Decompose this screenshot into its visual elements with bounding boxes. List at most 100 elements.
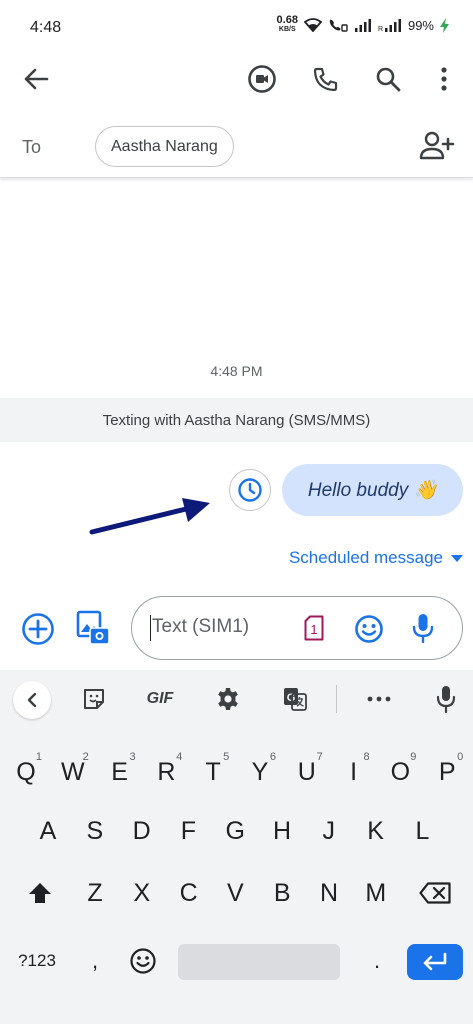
add-recipient-button[interactable] (419, 131, 455, 161)
translate-icon: G (284, 688, 307, 711)
key-s[interactable]: S (73, 807, 117, 855)
translate-button[interactable]: G (281, 685, 309, 713)
key-label: O (390, 757, 411, 786)
key-label: C (179, 878, 198, 907)
soft-keyboard: GIF G Q1W2E3R4T5Y6U7I8O9P0 ASDFGHJKL ZXC… (0, 670, 473, 1024)
key-hint: 0 (457, 751, 464, 763)
phone-icon (313, 67, 338, 92)
key-label: X (133, 878, 151, 907)
network-speed: 0.68 KB/S (277, 15, 298, 34)
key-g[interactable]: G (213, 807, 257, 855)
key-label: Z (87, 878, 103, 907)
microphone-icon (412, 614, 434, 644)
attach-button[interactable] (21, 612, 55, 646)
key-n[interactable]: N (307, 869, 351, 917)
key-hint: 2 (82, 751, 89, 763)
recipient-chip[interactable]: Aastha Narang (95, 126, 234, 167)
svg-text:R: R (378, 26, 383, 32)
space-bar[interactable] (178, 944, 340, 980)
video-call-button[interactable] (245, 62, 279, 96)
compose-field[interactable]: Text (SIM1) 1 (131, 596, 463, 660)
back-button[interactable] (19, 62, 53, 96)
key-m[interactable]: M (354, 869, 398, 917)
search-button[interactable] (371, 62, 405, 96)
key-label: K (367, 816, 384, 845)
key-label: B (273, 878, 291, 907)
voice-input-button[interactable] (412, 613, 434, 644)
video-call-icon (248, 65, 276, 93)
sticker-button[interactable] (80, 685, 108, 713)
more-vert-icon (441, 67, 447, 91)
phone-call-button[interactable] (309, 62, 343, 96)
symbols-key[interactable]: ?123 (10, 940, 64, 982)
comma-key[interactable]: , (80, 940, 110, 982)
key-hint: 3 (129, 751, 136, 763)
key-j[interactable]: J (307, 807, 351, 855)
key-v[interactable]: V (213, 869, 257, 917)
backspace-key[interactable] (413, 869, 457, 917)
keyboard-voice-button[interactable] (434, 685, 458, 713)
key-p[interactable]: P0 (425, 748, 469, 796)
key-y[interactable]: Y6 (238, 748, 282, 796)
key-b[interactable]: B (260, 869, 304, 917)
compose-placeholder: Text (SIM1) (152, 616, 250, 637)
keyboard-collapse-button[interactable] (13, 681, 51, 719)
status-icons: 0.68 KB/S R 99% (277, 15, 449, 34)
wifi-calling-icon (329, 19, 348, 32)
key-c[interactable]: C (167, 869, 211, 917)
key-label: D (132, 816, 151, 845)
enter-key[interactable] (407, 944, 463, 980)
key-f[interactable]: F (166, 807, 210, 855)
search-icon (376, 67, 401, 92)
emoji-button[interactable] (354, 614, 384, 644)
to-label: To (22, 137, 42, 157)
sim-card-icon: 1 (304, 615, 324, 641)
emoji-key[interactable] (124, 940, 162, 982)
add-circle-icon (22, 613, 54, 645)
message-bubble[interactable]: Hello buddy 👋 (282, 464, 463, 516)
key-l[interactable]: L (400, 807, 444, 855)
key-w[interactable]: W2 (51, 748, 95, 796)
add-person-icon (419, 131, 455, 160)
clock-icon (238, 478, 262, 502)
key-hint: 6 (269, 751, 276, 763)
sim-number: 1 (310, 622, 317, 637)
key-label: Q (16, 757, 36, 786)
key-d[interactable]: D (120, 807, 164, 855)
keyboard-settings-button[interactable] (214, 685, 242, 713)
shift-key[interactable] (20, 869, 60, 917)
key-i[interactable]: I8 (332, 748, 376, 796)
key-label: P (438, 757, 456, 786)
key-q[interactable]: Q1 (4, 748, 48, 796)
key-t[interactable]: T5 (191, 748, 235, 796)
more-options-button[interactable] (427, 62, 461, 96)
scheduled-clock-button[interactable] (229, 469, 271, 511)
key-hint: 1 (35, 751, 42, 763)
key-o[interactable]: O9 (378, 748, 422, 796)
sim-selector-button[interactable]: 1 (303, 615, 325, 641)
emoji-smile-icon (355, 615, 383, 643)
key-hint: 8 (363, 751, 370, 763)
key-a[interactable]: A (26, 807, 70, 855)
key-k[interactable]: K (354, 807, 398, 855)
keyboard-toolbar: GIF G (0, 670, 473, 728)
gallery-button[interactable] (76, 610, 110, 646)
key-label: H (272, 816, 292, 845)
gallery-camera-icon (76, 610, 110, 645)
more-tools-button[interactable] (364, 685, 394, 713)
key-label: U (297, 757, 316, 786)
key-h[interactable]: H (260, 807, 304, 855)
gif-button[interactable]: GIF (142, 685, 178, 713)
key-u[interactable]: U7 (285, 748, 329, 796)
key-x[interactable]: X (120, 869, 164, 917)
period-key[interactable]: . (362, 940, 392, 982)
key-e[interactable]: E3 (98, 748, 142, 796)
key-z[interactable]: Z (73, 869, 117, 917)
key-label: W (60, 757, 85, 786)
app-toolbar (0, 56, 473, 102)
key-label: M (365, 878, 387, 907)
text-caret (150, 615, 151, 641)
scheduled-message-toggle[interactable]: Scheduled message (289, 548, 463, 568)
key-r[interactable]: R4 (144, 748, 188, 796)
key-label: F (180, 816, 197, 845)
